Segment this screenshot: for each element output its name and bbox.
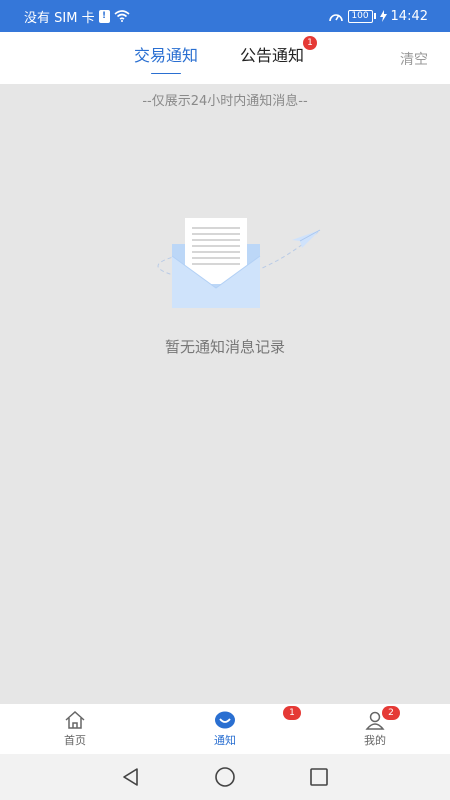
back-icon[interactable] [120, 766, 142, 788]
wifi-icon [114, 10, 130, 22]
empty-state-text: 暂无通知消息记录 [164, 338, 285, 356]
nav-home[interactable]: 首页 [0, 704, 150, 754]
sim-alert-icon: ! [98, 9, 110, 23]
clear-button[interactable]: 清空 [400, 49, 428, 69]
status-bar: 没有 SIM 卡 ! 100 14:42 [0, 0, 450, 32]
announcement-badge: 1 [303, 36, 318, 50]
recent-apps-icon[interactable] [308, 766, 330, 788]
status-right: 100 14:42 [328, 9, 428, 24]
tab-trade-notifications[interactable]: 交易通知 [134, 42, 198, 74]
battery-indicator: 100 [347, 9, 376, 23]
battery-level: 100 [347, 9, 373, 23]
home-icon [65, 710, 85, 729]
retention-hint: --仅展示24小时内通知消息-- [142, 94, 308, 109]
nav-profile[interactable]: 2 我的 [300, 704, 450, 754]
nav-label: 我的 [364, 734, 386, 747]
nav-label: 通知 [214, 734, 236, 747]
notification-badge: 1 [283, 706, 301, 720]
home-circle-icon[interactable] [214, 766, 236, 788]
battery-tip [373, 13, 376, 19]
status-left: 没有 SIM 卡 ! [24, 7, 130, 26]
carrier-text: 没有 SIM 卡 [24, 10, 95, 26]
speedometer-icon [328, 14, 343, 22]
tab-active-indicator [151, 73, 181, 74]
notification-list: --仅展示24小时内通知消息-- 暂无通知消息记录 [0, 84, 450, 704]
nav-label: 首页 [64, 734, 86, 747]
nav-notifications[interactable]: 1 通知 [150, 704, 301, 754]
tab-header: 交易通知 公告通知 1 清空 [0, 32, 450, 84]
tab-label: 交易通知 [134, 46, 199, 65]
notification-icon [215, 711, 235, 729]
profile-badge: 2 [382, 706, 400, 720]
charging-icon [379, 10, 387, 22]
tab-announcements[interactable]: 公告通知 1 [240, 36, 318, 74]
empty-envelope-illustration [157, 218, 321, 308]
tab-label: 公告通知 [240, 46, 305, 65]
clock-time: 14:42 [390, 8, 428, 24]
bottom-navigation: 首页 1 通知 2 我的 [0, 704, 450, 754]
system-navigation-bar [0, 754, 450, 800]
